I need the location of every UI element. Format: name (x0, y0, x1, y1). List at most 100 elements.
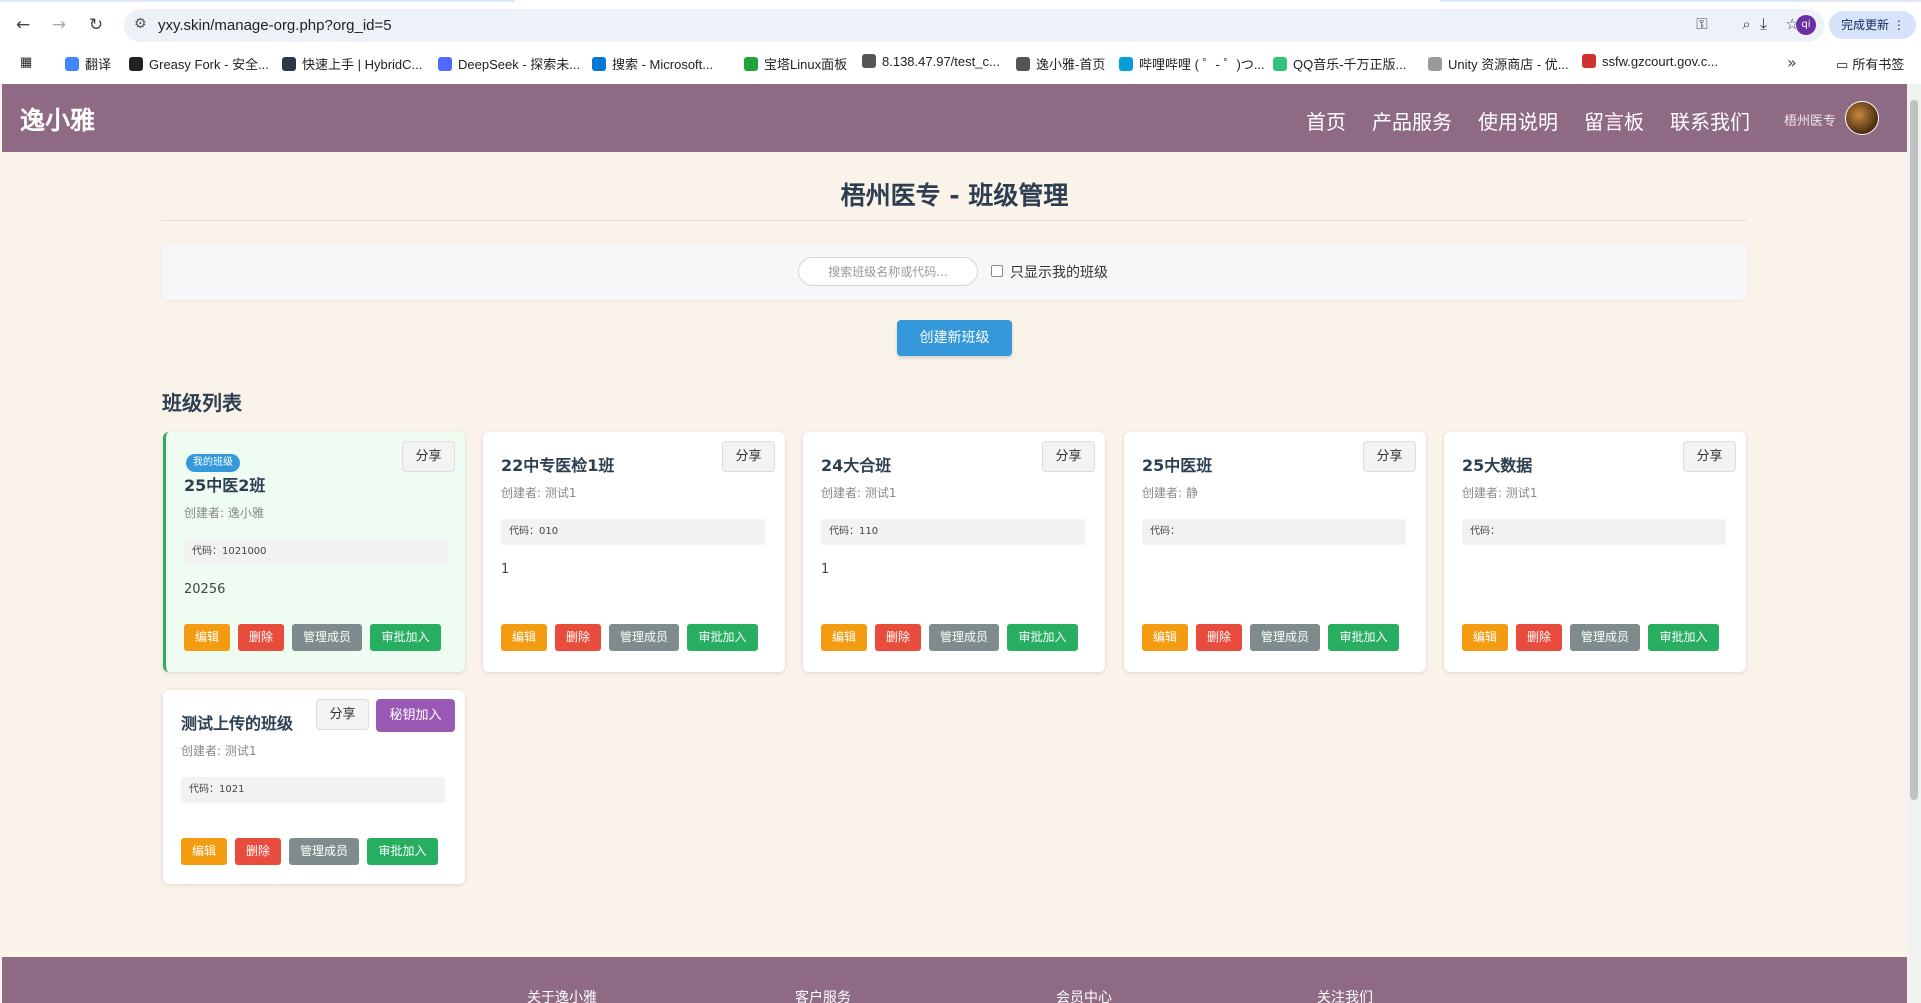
share-button[interactable]: 分享 (316, 699, 369, 730)
manage-members-button[interactable]: 管理成员 (1250, 624, 1320, 651)
footer-membership[interactable]: 会员中心 (1056, 987, 1112, 1003)
share-button[interactable]: 分享 (1042, 441, 1095, 472)
nav-guide[interactable]: 使用说明 (1478, 106, 1558, 135)
bookmark-label: QQ音乐-千万正版... (1293, 57, 1407, 72)
bookmark-favicon-icon (1016, 57, 1030, 71)
bookmark-item[interactable]: 哔哩哔哩 ( ゜- ゜)つ... (1119, 54, 1265, 73)
bookmark-item[interactable]: QQ音乐-千万正版... (1273, 54, 1406, 73)
bookmark-item[interactable]: 逸小雅-首页 (1016, 54, 1105, 73)
bookmark-favicon-icon (592, 57, 606, 71)
class-description: 1 (821, 562, 830, 577)
bookmark-label: 快速上手 | HybridC... (302, 57, 423, 72)
class-name: 25中医2班 (184, 476, 266, 495)
page-title: 梧州医专 - 班级管理 (840, 181, 1069, 210)
bookmark-favicon-icon (1119, 57, 1133, 71)
approve-join-button[interactable]: 审批加入 (367, 838, 438, 865)
delete-button[interactable]: 删除 (555, 624, 601, 651)
class-creator: 创建者: 测试1 (181, 744, 257, 758)
bookmark-favicon-icon (129, 57, 143, 71)
class-card: 分享 我的班级 25中医2班 创建者: 逸小雅 代码：1021000 20256 编辑 删除管… (163, 432, 465, 672)
approve-join-button[interactable]: 审批加入 (1007, 624, 1078, 651)
bookmark-label: ssfw.gzcourt.gov.c... (1602, 54, 1719, 69)
nav-contact[interactable]: 联系我们 (1670, 106, 1750, 135)
approve-join-button[interactable]: 审批加入 (687, 624, 758, 651)
bookmark-item[interactable]: Unity 资源商店 - 优... (1428, 54, 1569, 73)
delete-button[interactable]: 删除 (875, 624, 921, 651)
manage-members-button[interactable]: 管理成员 (289, 838, 359, 865)
user-name[interactable]: 梧州医专 (1784, 110, 1836, 129)
site-logo[interactable]: 逸小雅 (20, 101, 95, 137)
create-class-button[interactable]: 创建新班级 (897, 320, 1012, 356)
profile-avatar[interactable]: qi (1796, 15, 1816, 35)
class-name: 22中专医检1班 (501, 456, 615, 475)
all-bookmarks[interactable]: ▭ 所有书签 (1836, 54, 1904, 73)
bookmarks-bar: ▦ 翻译 Greasy Fork - 安全... 快速上手 | HybridC...… (0, 50, 1921, 78)
my-class-badge: 我的班级 (186, 454, 240, 472)
class-actions: 编辑 删除 管理成员 审批加入 (1142, 624, 1399, 651)
forward-icon[interactable]: → (48, 14, 70, 36)
bookmark-item[interactable]: 宝塔Linux面板 (744, 54, 847, 73)
my-classes-filter-label[interactable]: 只显示我的班级 (1010, 262, 1108, 282)
bookmark-item[interactable]: ssfw.gzcourt.gov.c... (1582, 54, 1718, 69)
section-title: 班级列表 (162, 391, 242, 415)
bookmark-item[interactable]: Greasy Fork - 安全... (129, 54, 269, 73)
bookmark-item[interactable]: DeepSeek - 探索未... (438, 54, 580, 73)
bookmark-item[interactable]: 8.138.47.97/test_c... (862, 54, 1000, 69)
manage-members-button[interactable]: 管理成员 (292, 624, 362, 651)
edit-button[interactable]: 编辑 (1142, 624, 1188, 651)
delete-button[interactable]: 删除 (1516, 624, 1562, 651)
bookmark-item[interactable]: 翻译 (65, 54, 111, 73)
class-creator: 创建者: 测试1 (501, 486, 577, 500)
site-info-icon[interactable]: ⚙ (134, 16, 147, 32)
share-button[interactable]: 分享 (1363, 441, 1416, 472)
class-name: 测试上传的班级 (181, 714, 294, 733)
footer-follow[interactable]: 关注我们 (1317, 987, 1373, 1003)
edit-button[interactable]: 编辑 (184, 624, 230, 651)
edit-button[interactable]: 编辑 (501, 624, 547, 651)
footer-about[interactable]: 关于逸小雅 (527, 987, 597, 1003)
bookmark-favicon-icon (65, 57, 79, 71)
delete-button[interactable]: 删除 (1196, 624, 1242, 651)
search-input[interactable] (798, 257, 978, 286)
share-button[interactable]: 分享 (402, 441, 455, 472)
class-description: 20256 (184, 582, 226, 597)
more-bookmarks-icon[interactable]: » (1787, 53, 1797, 72)
class-actions: 编辑 删除 管理成员 审批加入 (184, 624, 441, 651)
url-text[interactable]: yxy.skin/manage-org.php?org_id=5 (158, 17, 392, 34)
bookmark-label: 哔哩哔哩 ( ゜- ゜)つ... (1139, 57, 1265, 72)
title-divider (162, 220, 1747, 221)
key-join-button[interactable]: 秘钥加入 (376, 699, 455, 732)
back-icon[interactable]: ← (12, 14, 34, 36)
my-classes-checkbox[interactable] (991, 265, 1003, 277)
update-button[interactable]: 完成更新 ⋮ (1829, 11, 1916, 39)
download-icon[interactable]: ⤓ (1760, 14, 1767, 34)
manage-members-button[interactable]: 管理成员 (929, 624, 999, 651)
site-footer: 关于逸小雅 客户服务 会员中心 关注我们 (2, 957, 1907, 1003)
edit-button[interactable]: 编辑 (1462, 624, 1508, 651)
delete-button[interactable]: 删除 (238, 624, 284, 651)
address-bar[interactable]: ⚙ yxy.skin/manage-org.php?org_id=5 ⚿ ⌕ ☆ (124, 9, 1824, 42)
footer-service[interactable]: 客户服务 (795, 987, 851, 1003)
nav-home[interactable]: 首页 (1306, 106, 1346, 135)
nav-products[interactable]: 产品服务 (1372, 106, 1452, 135)
share-button[interactable]: 分享 (722, 441, 775, 472)
delete-button[interactable]: 删除 (235, 838, 281, 865)
bookmark-item[interactable]: 搜索 - Microsoft... (592, 54, 713, 73)
avatar[interactable] (1845, 101, 1879, 135)
nav-message-board[interactable]: 留言板 (1584, 106, 1644, 135)
manage-members-button[interactable]: 管理成员 (1570, 624, 1640, 651)
reload-icon[interactable]: ↻ (85, 14, 107, 36)
apps-icon[interactable]: ▦ (20, 54, 32, 70)
class-code: 代码： (1462, 519, 1726, 545)
edit-button[interactable]: 编辑 (181, 838, 227, 865)
bookmark-label: 逸小雅-首页 (1036, 57, 1106, 72)
approve-join-button[interactable]: 审批加入 (1648, 624, 1719, 651)
edit-button[interactable]: 编辑 (821, 624, 867, 651)
approve-join-button[interactable]: 审批加入 (370, 624, 441, 651)
scrollbar-thumb[interactable] (1910, 100, 1918, 800)
share-button[interactable]: 分享 (1683, 441, 1736, 472)
approve-join-button[interactable]: 审批加入 (1328, 624, 1399, 651)
manage-members-button[interactable]: 管理成员 (609, 624, 679, 651)
bookmark-label: Unity 资源商店 - 优... (1448, 57, 1569, 72)
bookmark-item[interactable]: 快速上手 | HybridC... (282, 54, 422, 73)
